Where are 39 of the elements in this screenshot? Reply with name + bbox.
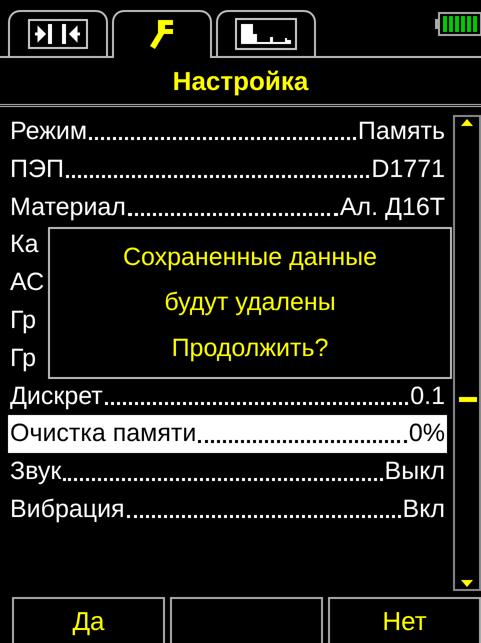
- tab[interactable]: [216, 10, 316, 56]
- scroll-down-icon[interactable]: [459, 579, 475, 589]
- softkey[interactable]: [170, 597, 323, 643]
- settings-row[interactable]: Режим Память: [8, 113, 447, 151]
- setting-value: D1771: [371, 154, 445, 185]
- scroll-up-icon[interactable]: [459, 117, 475, 127]
- settings-row[interactable]: ПЭП D1771: [8, 150, 447, 189]
- setting-label: Вибрация: [10, 494, 125, 525]
- tab[interactable]: [112, 10, 212, 58]
- histogram-icon: [235, 18, 297, 50]
- dialog-message-line: Продолжить?: [172, 334, 328, 363]
- tab[interactable]: [8, 10, 108, 56]
- battery-icon: [435, 12, 481, 36]
- setting-label: Дискрет: [10, 380, 103, 412]
- settings-row[interactable]: Вибрация Вкл: [8, 490, 447, 529]
- settings-row[interactable]: Звук Выкл: [8, 453, 447, 491]
- setting-value: 0%: [408, 418, 445, 450]
- settings-row[interactable]: Дискрет 0.1: [8, 378, 447, 416]
- setting-label: Материал: [10, 192, 126, 223]
- setting-label: Режим: [10, 116, 88, 147]
- dialog-message-line: Сохраненные данные: [122, 243, 378, 272]
- scroll-thumb[interactable]: [459, 397, 477, 402]
- setting-value: Ал. Д16Т: [340, 192, 445, 223]
- setting-label: АС: [10, 267, 44, 298]
- dialog-message-line: будут удалены: [164, 288, 336, 318]
- settings-row[interactable]: Материал Ал. Д16Т: [8, 188, 447, 226]
- setting-label: Очистка памяти: [10, 418, 196, 450]
- setting-value: Вкл: [402, 494, 445, 525]
- setting-label: Звук: [10, 456, 62, 488]
- setting-label: ПЭП: [10, 154, 64, 185]
- probe-icon: [28, 19, 88, 49]
- settings-row[interactable]: Очистка памяти 0%: [8, 415, 447, 454]
- softkey[interactable]: Да: [12, 597, 165, 643]
- setting-value: 0.1: [410, 380, 445, 412]
- setting-value: Память: [358, 116, 445, 147]
- softkey[interactable]: Нет: [328, 597, 481, 643]
- screen-title: Настройка: [172, 66, 308, 96]
- setting-value: Выкл: [384, 456, 445, 488]
- scrollbar[interactable]: [453, 115, 481, 591]
